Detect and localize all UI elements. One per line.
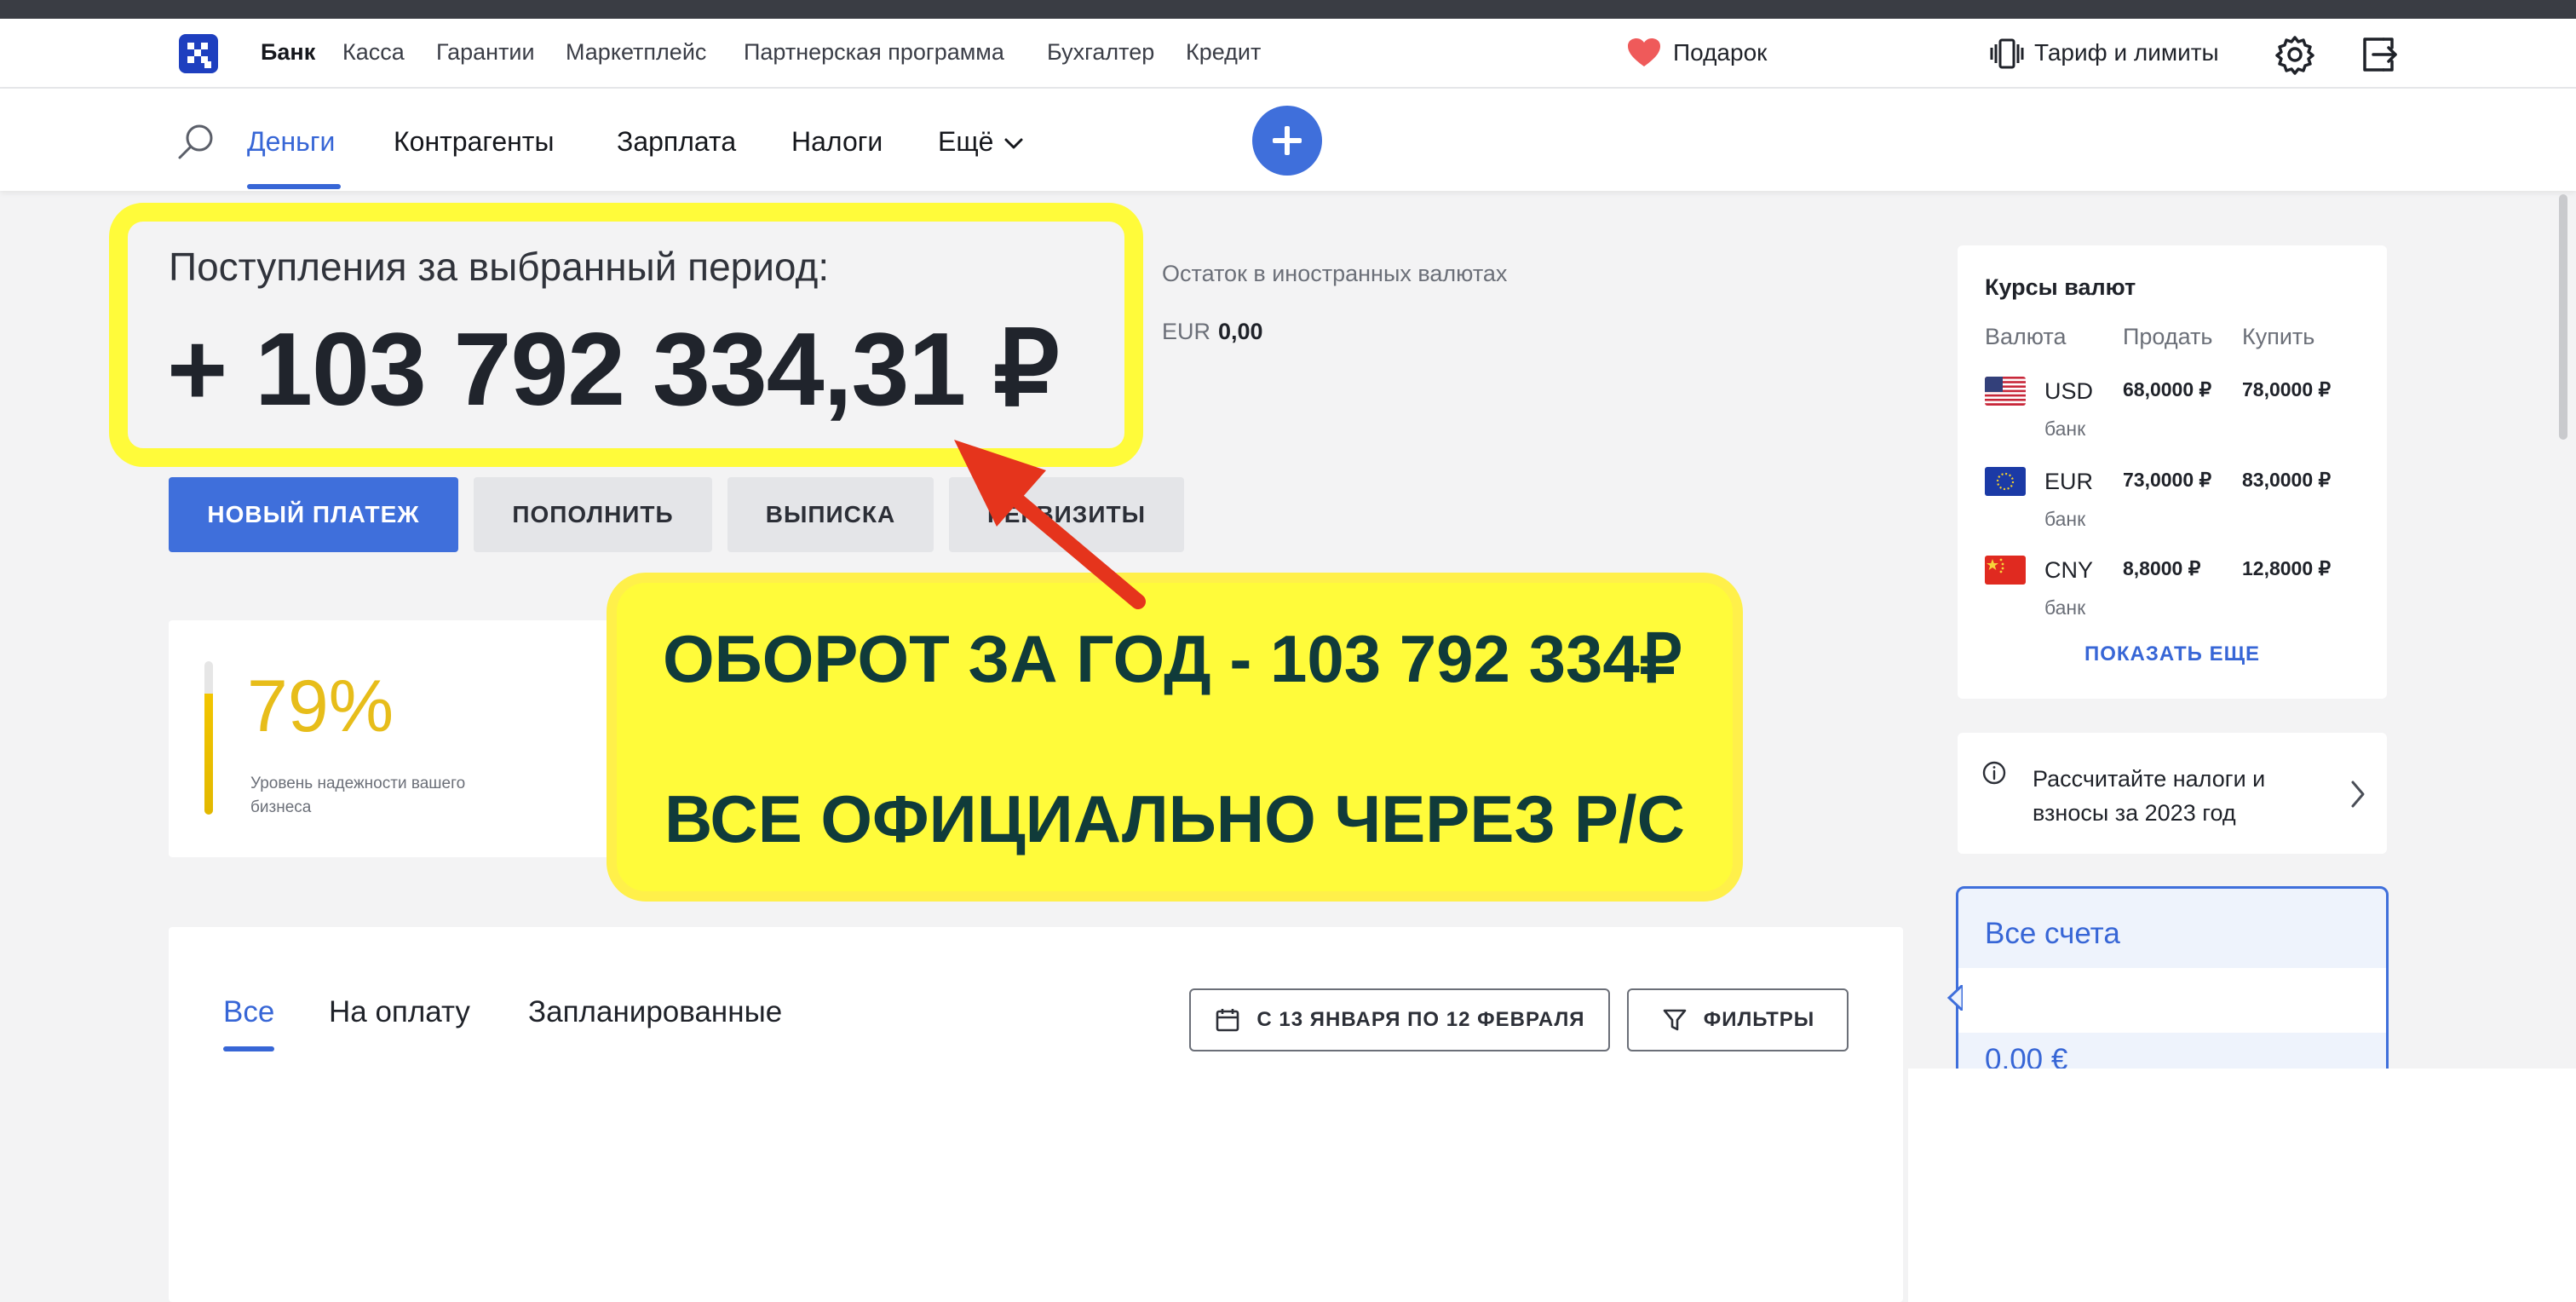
gift-link[interactable]: Подарок — [1673, 39, 1767, 66]
new-payment-button[interactable]: НОВЫЙ ПЛАТЕЖ — [169, 477, 458, 552]
bank-logo[interactable] — [179, 34, 218, 73]
nav-top-accountant[interactable]: Бухгалтер — [1047, 39, 1154, 66]
period-label: С 13 ЯНВАРЯ ПО 12 ФЕВРАЛЯ — [1256, 1008, 1585, 1031]
accounts-pointer — [1946, 985, 1963, 1011]
rate-sell-cny: 8,8000 ₽ — [2123, 557, 2201, 579]
rate-code-cny: CNY — [2044, 557, 2094, 583]
nav-top-credit[interactable]: Кредит — [1186, 39, 1261, 66]
gear-icon[interactable] — [2274, 34, 2315, 75]
tab-salary[interactable]: Зарплата — [617, 126, 736, 158]
tariff-icon[interactable] — [1990, 37, 2024, 70]
period-button[interactable]: С 13 ЯНВАРЯ ПО 12 ФЕВРАЛЯ — [1189, 988, 1610, 1051]
filters-label: ФИЛЬТРЫ — [1703, 1008, 1815, 1031]
add-button[interactable] — [1252, 106, 1322, 176]
accounts-title[interactable]: Все счета — [1985, 917, 2120, 951]
tab-more[interactable]: Ещё — [938, 126, 993, 158]
rate-source-usd: банк — [2044, 418, 2086, 440]
eu-flag-icon — [1985, 467, 2026, 496]
rate-source-cny: банк — [2044, 596, 2086, 619]
rate-buy-cny: 12,8000 ₽ — [2242, 557, 2332, 579]
tab-taxes[interactable]: Налоги — [791, 126, 883, 158]
china-flag-icon — [1985, 556, 2026, 585]
rate-source-eur: банк — [2044, 508, 2086, 530]
nav-top-partner-program[interactable]: Партнерская программа — [744, 39, 1004, 66]
income-title: Поступления за выбранный период: — [169, 245, 830, 289]
tx-tab-scheduled[interactable]: Запланированные — [528, 995, 782, 1029]
foreign-balance-value: 0,00 — [1218, 319, 1263, 344]
filter-icon — [1663, 1009, 1687, 1031]
rate-buy-eur: 83,0000 ₽ — [2242, 469, 2332, 491]
reliability-label: Уровень надежности вашего бизнеса — [250, 775, 466, 816]
active-tab-indicator — [247, 184, 341, 189]
rate-code-usd: USD — [2044, 378, 2094, 404]
chevron-down-icon[interactable] — [1003, 133, 1024, 153]
nav-top-bank[interactable]: Банк — [261, 39, 315, 66]
rate-sell-eur: 73,0000 ₽ — [2123, 469, 2212, 491]
filters-button[interactable]: ФИЛЬТРЫ — [1627, 988, 1849, 1051]
income-amount: + 103 792 334,31 ₽ — [167, 311, 1060, 427]
tx-tab-all[interactable]: Все — [223, 995, 274, 1029]
rates-title: Курсы валют — [1985, 274, 2136, 300]
scrollbar-thumb[interactable] — [2559, 194, 2567, 440]
logout-icon[interactable] — [2358, 34, 2399, 75]
heart-icon[interactable] — [1627, 37, 1661, 68]
tab-counterparties[interactable]: Контрагенты — [394, 126, 554, 158]
page-blank-area — [1908, 1069, 2576, 1302]
tx-tab-to-pay[interactable]: На оплату — [329, 995, 470, 1029]
foreign-balance-currency: EUR — [1162, 319, 1211, 344]
rate-sell-usd: 68,0000 ₽ — [2123, 378, 2212, 400]
tax-calc-text[interactable]: Рассчитайте налоги и взносы за 2023 год — [2033, 762, 2314, 830]
transactions-card — [169, 927, 1903, 1302]
rate-code-eur: EUR — [2044, 469, 2094, 494]
nav-top-marketplace[interactable]: Маркетплейс — [566, 39, 706, 66]
callout-turnover-text: ОБОРОТ ЗА ГОД - 103 792 334₽ — [663, 621, 1682, 696]
accounts-card-divider — [1958, 968, 2386, 1033]
browser-top-strip — [0, 0, 2576, 19]
rates-header-currency: Валюта — [1985, 324, 2067, 349]
top-up-button[interactable]: ПОПОЛНИТЬ — [474, 477, 712, 552]
reliability-percent: 79% — [247, 665, 394, 747]
chevron-right-icon[interactable] — [2346, 777, 2370, 811]
nav-top-guarantees[interactable]: Гарантии — [436, 39, 535, 66]
statement-button[interactable]: ВЫПИСКА — [727, 477, 934, 552]
tariff-link[interactable]: Тариф и лимиты — [2034, 39, 2219, 66]
info-icon — [1982, 761, 2006, 785]
callout-official-text: ВСЕ ОФИЦИАЛЬНО ЧЕРЕЗ Р/С — [664, 781, 1685, 856]
search-icon[interactable] — [175, 121, 216, 162]
show-more-rates-link[interactable]: ПОКАЗАТЬ ЕЩЕ — [1958, 642, 2387, 666]
foreign-balance-title: Остаток в иностранных валютах — [1162, 261, 1508, 286]
usa-flag-icon — [1985, 377, 2026, 406]
tab-money[interactable]: Деньги — [247, 126, 335, 158]
calendar-icon — [1216, 1009, 1239, 1032]
nav-top-kassa[interactable]: Касса — [342, 39, 405, 66]
rates-header-sell: Продать — [2123, 324, 2213, 349]
red-arrow-annotation — [954, 440, 1146, 609]
tx-active-tab-indicator — [223, 1046, 274, 1051]
reliability-bar — [204, 661, 213, 815]
rate-buy-usd: 78,0000 ₽ — [2242, 378, 2332, 400]
rates-header-buy: Купить — [2242, 324, 2315, 349]
